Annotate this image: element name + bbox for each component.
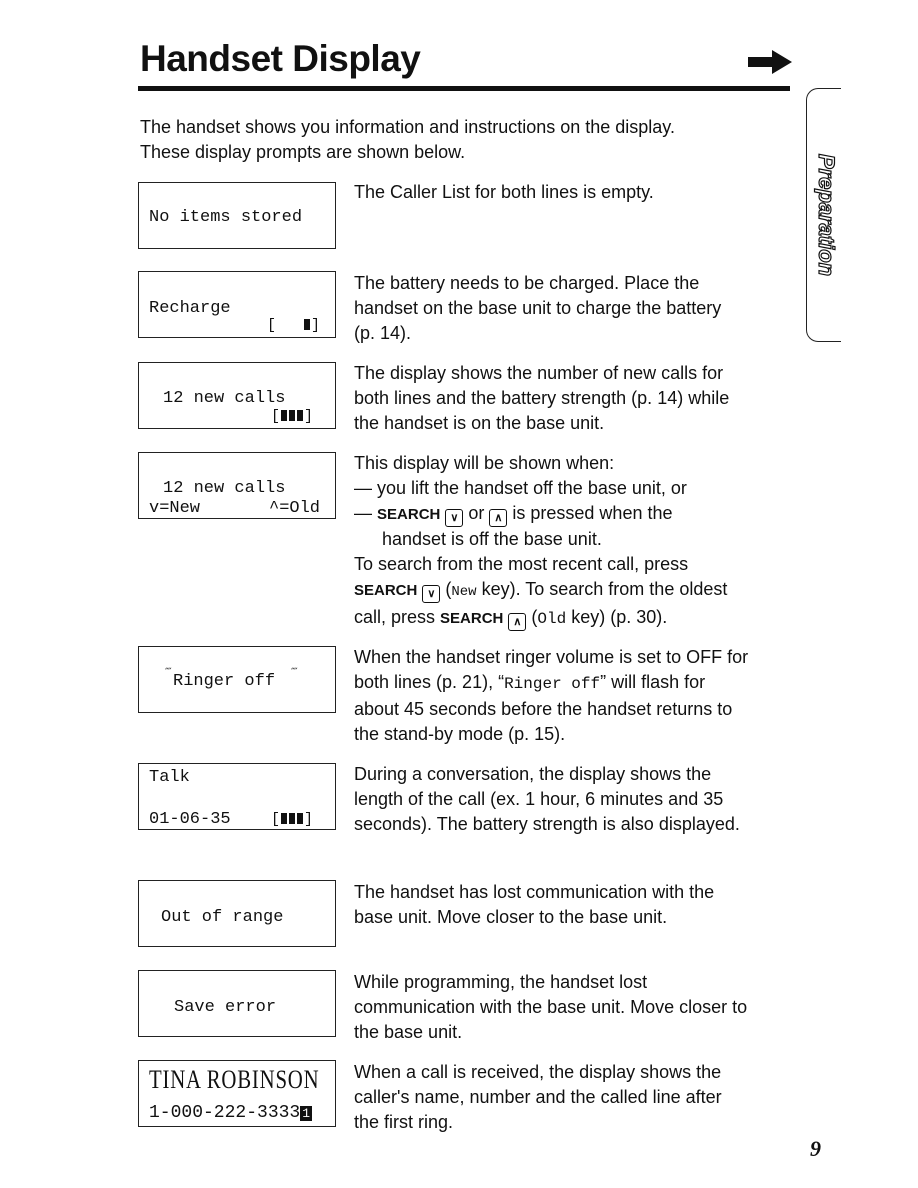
desc-talk: During a conversation, the display shows… (354, 764, 740, 834)
desc-save-error: While programming, the handset lost commu… (354, 972, 748, 1042)
battery-empty-icon: [ ] (267, 317, 321, 334)
intro-text: The handset shows you information and in… (140, 117, 675, 162)
desc-recharge: The battery needs to be charged. Place t… (354, 273, 722, 343)
up-key-icon: ∧ (508, 613, 527, 631)
display-new-calls: 12 new calls [] (138, 362, 336, 429)
display-no-items: No items stored (138, 182, 336, 249)
desc-new-calls: The display shows the number of new call… (354, 363, 730, 433)
desc-ringer-off: When the handset ringer volume is set to… (354, 647, 749, 744)
page-number: 9 (810, 1136, 821, 1161)
flash-mark-icon: ⁗ (291, 668, 298, 679)
manual-page: Handset Display Preparation The handset … (0, 0, 918, 1188)
display-recharge: Recharge [ ] (138, 271, 336, 338)
flash-mark-icon: ⁗ (165, 668, 172, 679)
display-ringer-off: Ringer off ⁗ ⁗ (138, 646, 336, 713)
line-number-badge: 1 (300, 1106, 313, 1121)
desc-new-calls-search: This display will be shown when: — you l… (354, 451, 804, 632)
display-caller-id: TINA ROBINSON 1-000-222-3333 1 (138, 1060, 336, 1127)
page-title: Handset Display (140, 38, 421, 79)
display-save-error: Save error (138, 970, 336, 1037)
down-key-icon: ∨ (445, 509, 464, 527)
down-key-icon: ∨ (422, 585, 441, 603)
display-new-calls-search: 12 new calls v=New ^=Old (138, 452, 336, 519)
battery-full-icon: [] (271, 811, 314, 828)
desc-no-items: The Caller List for both lines is empty. (354, 182, 654, 202)
title-rule (138, 86, 790, 91)
up-key-icon: ∧ (489, 509, 508, 527)
section-tab-label: Preparation (813, 153, 839, 277)
desc-out-of-range: The handset has lost communication with … (354, 882, 715, 927)
battery-full-icon: [] (271, 408, 314, 425)
display-talk: Talk 01-06-35 [] (138, 763, 336, 830)
desc-caller-id: When a call is received, the display sho… (354, 1062, 722, 1132)
display-out-of-range: Out of range (138, 880, 336, 947)
next-page-arrow-icon (748, 50, 792, 74)
